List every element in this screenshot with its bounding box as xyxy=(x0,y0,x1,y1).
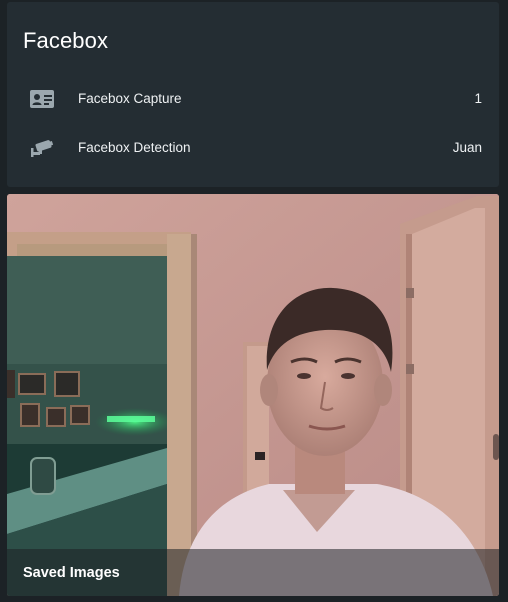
entity-row-facebox-capture[interactable]: Facebox Capture 1 xyxy=(7,79,499,119)
entity-name: Facebox Detection xyxy=(78,140,191,155)
account-card-details-icon xyxy=(29,87,55,111)
picture-card-footer: Saved Images xyxy=(7,549,499,596)
camera-snapshot-image xyxy=(7,194,499,596)
entity-name: Facebox Capture xyxy=(78,91,182,106)
picture-card[interactable]: Saved Images xyxy=(7,194,499,596)
card-title: Facebox xyxy=(23,28,109,53)
entity-row-facebox-detection[interactable]: Facebox Detection Juan xyxy=(7,128,499,168)
picture-card-title: Saved Images xyxy=(23,565,120,581)
cctv-camera-icon xyxy=(29,136,55,160)
entity-state: Juan xyxy=(452,140,482,155)
entity-state: 1 xyxy=(474,91,482,106)
entities-card: Facebox Facebox Capture 1 Facebox Detect… xyxy=(7,2,499,187)
